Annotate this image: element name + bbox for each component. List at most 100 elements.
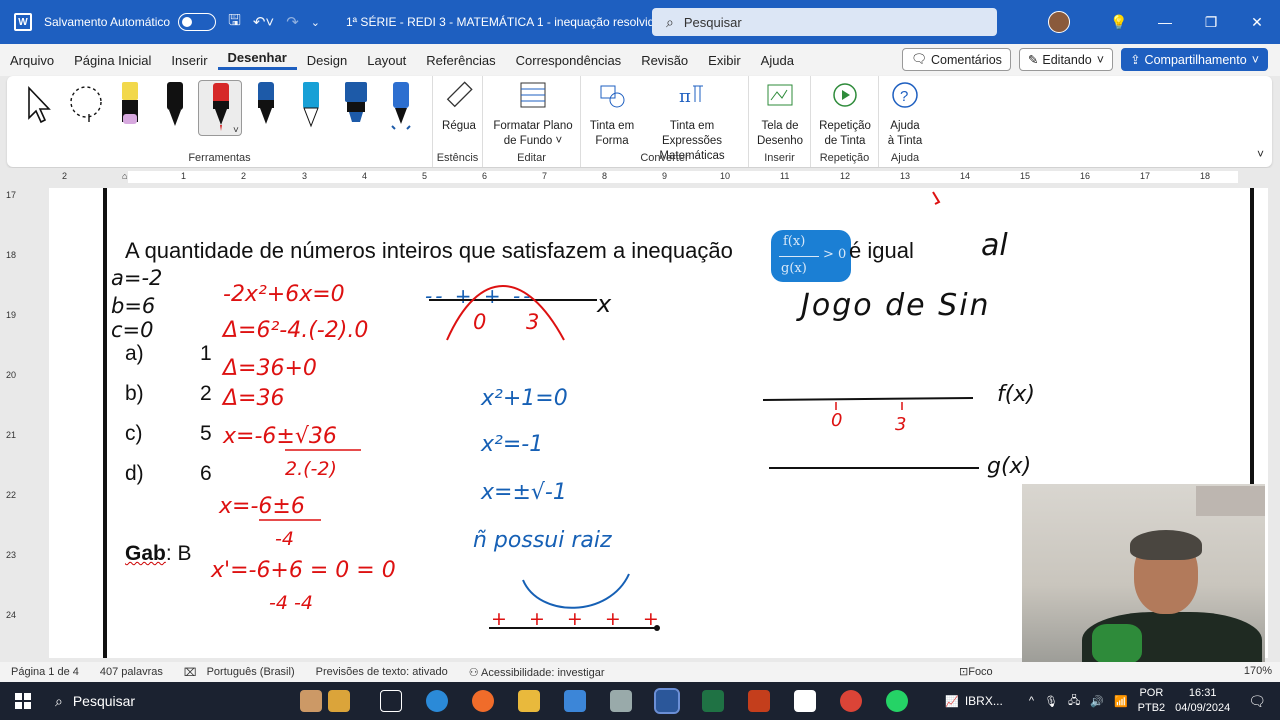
focus-mode[interactable]: ⊡Foco: [959, 665, 993, 678]
close-icon[interactable]: ✕: [1234, 14, 1280, 31]
search-box[interactable]: ⌕ Pesquisar: [652, 8, 997, 36]
whatsapp-icon[interactable]: [886, 690, 908, 712]
highlighter-blue-icon[interactable]: [341, 80, 371, 136]
ink-help-button[interactable]: ? Ajuda à Tinta: [883, 80, 927, 149]
svg-text:˅: ˅: [233, 125, 239, 136]
tab-referencias[interactable]: Referências: [416, 53, 505, 68]
tab-layout[interactable]: Layout: [357, 53, 416, 68]
task-view-icon[interactable]: [380, 690, 402, 712]
chevron-down-icon: ˅: [1251, 52, 1259, 67]
document-title[interactable]: 1ª SÉRIE - REDI 3 - MATEMÁTICA 1 - inequ…: [346, 15, 661, 29]
status-bar: Página 1 de 4 407 palavras ⌧ Português (…: [0, 662, 1280, 682]
windows-start-icon[interactable]: [15, 693, 31, 709]
zoom-level[interactable]: 170%: [1244, 665, 1272, 677]
ruler-tick: 15: [1020, 171, 1031, 181]
excel-icon[interactable]: [702, 690, 724, 712]
save-icon[interactable]: 🖫: [228, 10, 241, 35]
editing-button[interactable]: ✎ Editando ˅: [1018, 48, 1114, 71]
ruler-tick: 14: [960, 171, 971, 181]
tab-arquivo[interactable]: Arquivo: [0, 53, 64, 68]
svg-text:?: ?: [900, 88, 908, 105]
whiteboard-icon[interactable]: [794, 690, 816, 712]
title-bar: W Salvamento Automático 🖫 ↶˅ ↷ ⌄ 1ª SÉRI…: [0, 0, 1280, 44]
proofing-icon[interactable]: ⌧: [184, 666, 197, 679]
accessibility-status[interactable]: ⚇ Acessibilidade: investigar: [469, 666, 605, 679]
file-explorer-icon[interactable]: [518, 690, 540, 712]
ruler-tick: 5: [422, 171, 428, 181]
word-count[interactable]: 407 palavras: [100, 666, 163, 678]
drawing-canvas-button[interactable]: Tela de Desenho: [753, 80, 807, 149]
vertical-ruler[interactable]: 17 18 19 20 21 22 23 24: [0, 188, 20, 658]
ink-replay-button[interactable]: Repetição de Tinta: [815, 80, 875, 149]
chrome-icon[interactable]: [840, 690, 862, 712]
volume-icon[interactable]: 🔊: [1090, 695, 1104, 708]
network-icon[interactable]: 🖧: [1068, 692, 1080, 711]
language[interactable]: Português (Brasil): [207, 666, 295, 678]
tab-design[interactable]: Design: [297, 53, 357, 68]
autosave-toggle[interactable]: [178, 13, 217, 31]
user-avatar[interactable]: [1048, 11, 1070, 33]
tab-revisao[interactable]: Revisão: [631, 53, 698, 68]
tab-ajuda[interactable]: Ajuda: [751, 53, 804, 68]
page-count[interactable]: Página 1 de 4: [11, 666, 79, 678]
ink-to-shape-button[interactable]: Tinta em Forma: [585, 80, 639, 149]
tab-exibir[interactable]: Exibir: [698, 53, 751, 68]
microphone-icon[interactable]: 🎙: [1044, 695, 1058, 708]
text-predictions[interactable]: Previsões de texto: ativado: [316, 666, 448, 678]
background-grid-icon: [520, 82, 546, 108]
ruler-tick: 16: [1080, 171, 1091, 181]
firefox-icon[interactable]: [472, 690, 494, 712]
tab-pagina-inicial[interactable]: Página Inicial: [64, 53, 161, 68]
wifi-icon[interactable]: 📶: [1114, 695, 1128, 708]
tab-correspondencias[interactable]: Correspondências: [506, 53, 632, 68]
word-icon[interactable]: [654, 688, 680, 714]
indent-marker-icon[interactable]: ⌂: [122, 171, 127, 181]
group-estenceis: Régua Estêncis: [433, 76, 483, 167]
select-arrow-icon[interactable]: [25, 84, 55, 126]
powerpoint-icon[interactable]: [748, 690, 770, 712]
pencil-cyan-icon[interactable]: [296, 80, 326, 136]
svg-text:π: π: [679, 86, 691, 107]
edge-icon[interactable]: [426, 690, 448, 712]
mail-icon[interactable]: [564, 690, 586, 712]
group-converter: Tinta em Forma π Tinta em Expressões Mat…: [581, 76, 749, 167]
tab-inserir[interactable]: Inserir: [161, 53, 217, 68]
ruler-tick: 17: [1140, 171, 1151, 181]
widget-flower-icon[interactable]: [300, 690, 322, 712]
ruler-button[interactable]: Régua: [439, 80, 479, 134]
widget-sunflower-icon[interactable]: [328, 690, 350, 712]
stock-ticker[interactable]: IBRX...: [965, 694, 1003, 708]
app-icon[interactable]: [610, 690, 632, 712]
tray-chevron-icon[interactable]: ^: [1029, 695, 1034, 707]
share-button[interactable]: ⇪ Compartilhamento ˅: [1121, 48, 1268, 71]
clock[interactable]: 16:31 04/09/2024: [1175, 686, 1230, 716]
redo-icon[interactable]: ↷: [286, 13, 299, 31]
group-ferramentas: ˅ Ferramentas: [7, 76, 433, 167]
customize-qat-icon[interactable]: ⌄: [311, 16, 320, 29]
pen-black-icon[interactable]: [160, 80, 190, 136]
action-pen-icon[interactable]: [386, 80, 416, 136]
tab-desenhar[interactable]: Desenhar: [217, 50, 297, 70]
restore-icon[interactable]: ❐: [1188, 14, 1234, 31]
highlighter-yellow-icon[interactable]: [115, 80, 145, 136]
comments-button[interactable]: 🗨 Comentários: [902, 48, 1011, 71]
ruler-tick: 1: [181, 171, 187, 181]
ruler-tick: 2: [241, 171, 247, 181]
ruler-tick: 13: [900, 171, 911, 181]
undo-icon[interactable]: ↶˅: [253, 13, 274, 31]
notifications-icon[interactable]: 🗨: [1248, 693, 1266, 710]
horizontal-ruler[interactable]: 2 ⌂ 1 2 3 4 5 6 7 8 9 10 11 12 13 14 15 …: [0, 168, 1280, 186]
taskbar-search[interactable]: ⌕ Pesquisar: [55, 686, 340, 716]
pen-red-selected[interactable]: ˅: [198, 80, 242, 136]
lightbulb-icon[interactable]: 💡: [1096, 14, 1142, 31]
keyboard-language[interactable]: POR PTB2: [1138, 686, 1166, 716]
replay-icon: [833, 83, 857, 107]
minimize-icon[interactable]: —: [1142, 14, 1188, 30]
ink-math-icon: π: [679, 85, 703, 107]
format-background-button[interactable]: Formatar Plano de Fundo ˅: [489, 80, 577, 149]
collapse-ribbon-icon[interactable]: ˅: [1257, 147, 1264, 161]
lasso-select-icon[interactable]: [67, 84, 107, 124]
stock-chart-icon[interactable]: 📈: [945, 695, 959, 708]
pen-navy-icon[interactable]: [251, 80, 281, 136]
ruler-tick: 9: [662, 171, 668, 181]
